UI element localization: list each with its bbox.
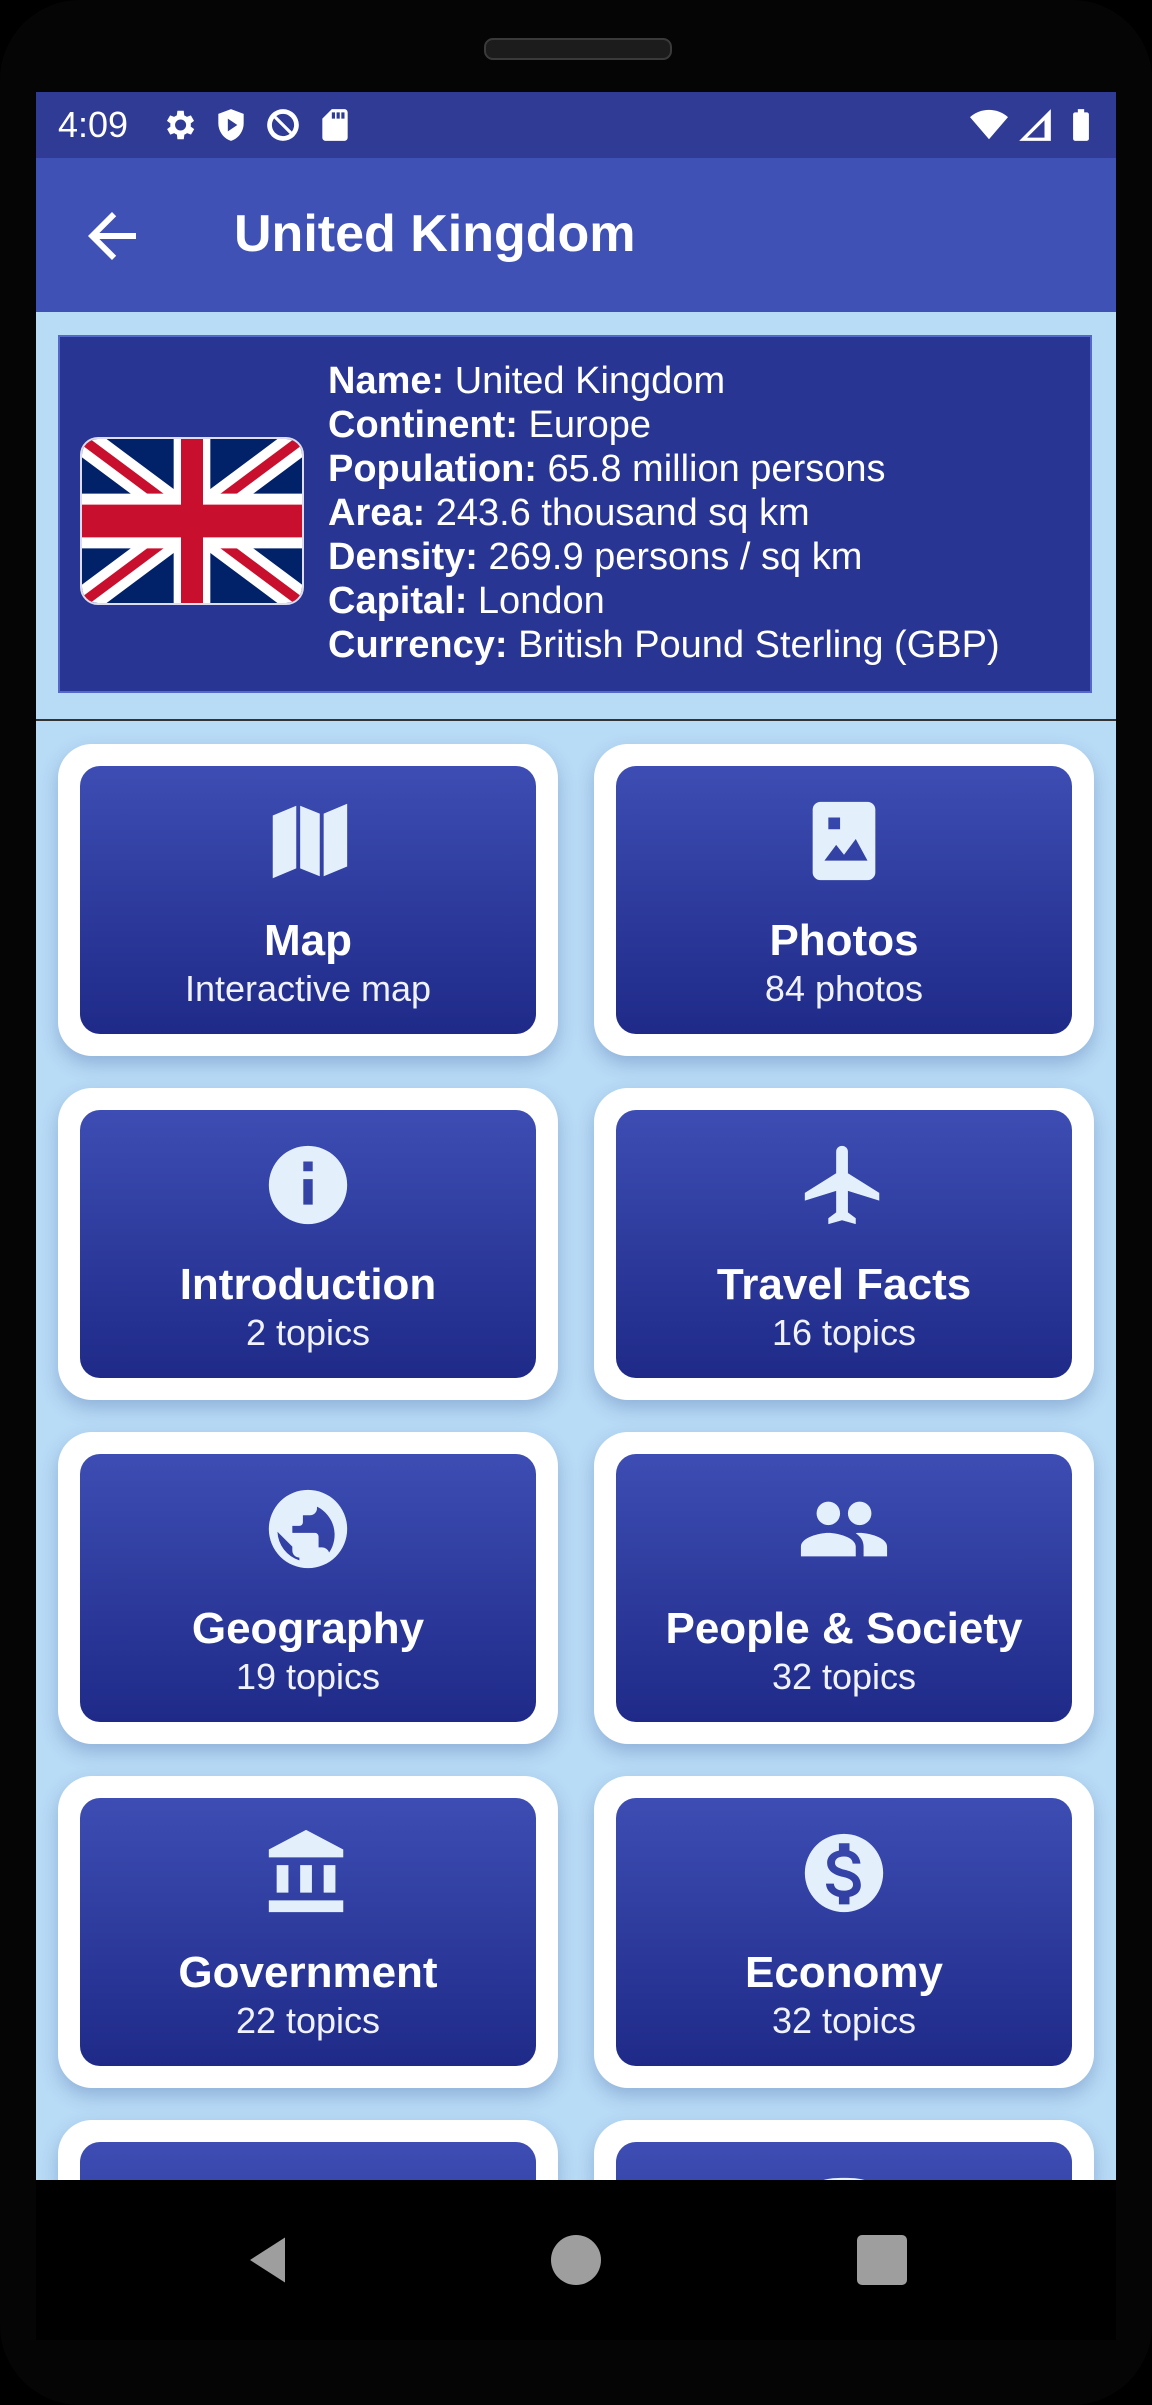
earpiece-speaker	[484, 38, 672, 60]
tile-subtitle: 22 topics	[235, 2000, 381, 2041]
wifi-icon	[970, 106, 1008, 149]
fact-density: Density: 269.9 persons / sq km	[328, 536, 863, 578]
country-facts: Name: United Kingdom Continent: Europe P…	[328, 359, 1000, 667]
nav-home-icon	[546, 2235, 606, 2294]
page-title: United Kingdom	[234, 205, 636, 263]
at-sign-icon	[264, 106, 302, 149]
shield-play-icon	[212, 106, 250, 149]
status-time: 4:09	[58, 104, 129, 145]
tile-title: Travel Facts	[716, 1260, 972, 1309]
gear-icon	[160, 106, 198, 149]
nav-recents-icon	[852, 2235, 912, 2294]
tile-title: Map	[264, 916, 352, 965]
tile-title: Geography	[191, 1604, 425, 1653]
tile-title: Introduction	[179, 1260, 437, 1309]
fact-continent: Continent: Europe	[328, 404, 652, 446]
nav-back-button[interactable]	[240, 2230, 300, 2290]
tile-partial-right[interactable]	[594, 2120, 1094, 2180]
chart-icon	[80, 2170, 536, 2180]
back-button[interactable]	[76, 200, 148, 272]
tile-title: Photos	[769, 916, 919, 965]
tile-subtitle: Interactive map	[184, 968, 432, 1009]
tile-title: Government	[178, 1948, 438, 1997]
app-bar: United Kingdom	[36, 158, 1116, 312]
tile-subtitle: 16 topics	[771, 1312, 917, 1353]
dollar-icon	[616, 1826, 1072, 1920]
vehicle-icon	[616, 2170, 1072, 2180]
sd-card-icon	[316, 106, 354, 149]
country-info-panel: Name: United Kingdom Continent: Europe P…	[58, 335, 1092, 693]
fact-area: Area: 243.6 thousand sq km	[328, 492, 810, 534]
uk-flag	[80, 437, 304, 605]
fact-population: Population: 65.8 million persons	[328, 448, 886, 490]
tile-subtitle: 84 photos	[764, 968, 924, 1009]
fact-name: Name: United Kingdom	[328, 360, 726, 402]
tile-title: Economy	[744, 1948, 944, 1997]
nav-recents-button[interactable]	[852, 2230, 912, 2290]
tile-subtitle: 2 topics	[245, 1312, 371, 1353]
info-icon	[80, 1138, 536, 1232]
map-icon	[80, 794, 536, 888]
bank-icon	[80, 1826, 536, 1920]
tile-government[interactable]: Government 22 topics	[58, 1776, 558, 2088]
tile-map[interactable]: Map Interactive map	[58, 744, 558, 1056]
section-divider	[36, 719, 1116, 721]
nav-home-button[interactable]	[546, 2230, 606, 2290]
signal-icon	[1016, 106, 1054, 149]
status-left-icons	[160, 106, 354, 149]
status-bar: 4:09	[36, 92, 1116, 158]
people-icon	[616, 1482, 1072, 1576]
tile-subtitle: 32 topics	[771, 2000, 917, 2041]
phone-frame: 4:09 United Kingdom Name: United Kingdom…	[0, 0, 1152, 2405]
tile-economy[interactable]: Economy 32 topics	[594, 1776, 1094, 2088]
tile-travel-facts[interactable]: Travel Facts 16 topics	[594, 1088, 1094, 1400]
fact-currency: Currency: British Pound Sterling (GBP)	[328, 624, 1000, 666]
battery-icon	[1062, 106, 1100, 149]
tile-subtitle: 32 topics	[771, 1656, 917, 1697]
status-right-icons	[970, 106, 1100, 149]
tile-geography[interactable]: Geography 19 topics	[58, 1432, 558, 1744]
photo-icon	[616, 794, 1072, 888]
arrow-back-icon	[76, 212, 148, 276]
tile-subtitle: 19 topics	[235, 1656, 381, 1697]
tile-title: People & Society	[665, 1604, 1023, 1653]
globe-icon	[80, 1482, 536, 1576]
tile-people-society[interactable]: People & Society 32 topics	[594, 1432, 1094, 1744]
screen: 4:09 United Kingdom Name: United Kingdom…	[36, 92, 1116, 2180]
navigation-bar	[36, 2180, 1116, 2340]
tile-introduction[interactable]: Introduction 2 topics	[58, 1088, 558, 1400]
nav-back-icon	[240, 2237, 300, 2294]
airplane-icon	[616, 1138, 1072, 1232]
fact-capital: Capital: London	[328, 580, 605, 622]
tile-partial-left[interactable]	[58, 2120, 558, 2180]
tile-photos[interactable]: Photos 84 photos	[594, 744, 1094, 1056]
